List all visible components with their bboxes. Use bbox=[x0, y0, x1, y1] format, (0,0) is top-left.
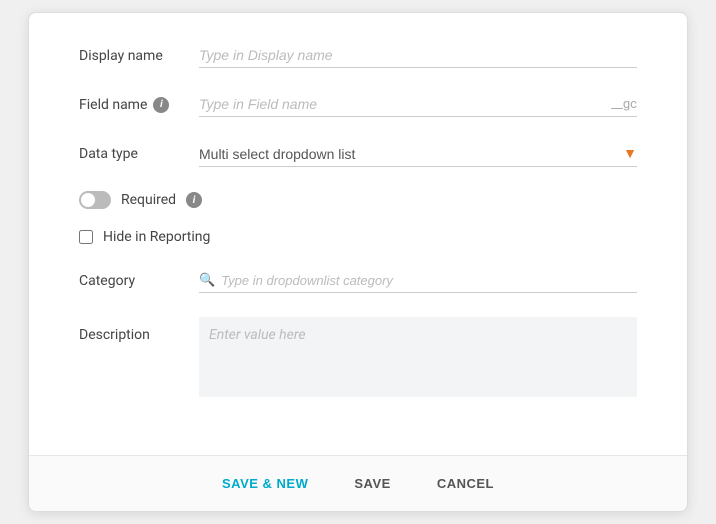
category-search-icon: 🔍 bbox=[199, 273, 215, 288]
hide-in-reporting-checkbox[interactable] bbox=[79, 230, 93, 244]
description-label: Description bbox=[79, 317, 199, 343]
data-type-select[interactable]: Multi select dropdown list Text Number D… bbox=[199, 146, 617, 162]
display-name-control bbox=[199, 43, 637, 68]
category-row: Category 🔍 bbox=[79, 269, 637, 293]
required-toggle[interactable] bbox=[79, 191, 111, 209]
required-info-icon[interactable]: i bbox=[186, 192, 202, 208]
description-row: Description bbox=[79, 317, 637, 401]
description-textarea[interactable] bbox=[199, 317, 637, 397]
category-control: 🔍 bbox=[199, 269, 637, 293]
data-type-label: Data type bbox=[79, 146, 199, 162]
description-control bbox=[199, 317, 637, 401]
field-name-wrapper: __gc bbox=[199, 92, 637, 117]
field-name-label: Field name i bbox=[79, 97, 199, 113]
field-name-input[interactable] bbox=[199, 92, 605, 116]
required-label: Required bbox=[121, 192, 176, 208]
hide-in-reporting-label: Hide in Reporting bbox=[103, 229, 210, 245]
field-name-info-icon[interactable]: i bbox=[153, 97, 169, 113]
category-search-wrapper: 🔍 bbox=[199, 269, 637, 293]
create-field-dialog: Display name Field name i __gc Data type bbox=[28, 12, 688, 512]
field-name-row: Field name i __gc bbox=[79, 92, 637, 117]
display-name-input[interactable] bbox=[199, 43, 637, 68]
data-type-row: Data type Multi select dropdown list Tex… bbox=[79, 141, 637, 167]
category-input[interactable] bbox=[221, 273, 637, 288]
field-name-control: __gc bbox=[199, 92, 637, 117]
save-button[interactable]: SAVE bbox=[346, 472, 398, 495]
hide-in-reporting-row: Hide in Reporting bbox=[79, 229, 637, 245]
dialog-body: Display name Field name i __gc Data type bbox=[29, 13, 687, 455]
category-label: Category bbox=[79, 273, 199, 289]
display-name-label: Display name bbox=[79, 48, 199, 64]
data-type-select-wrapper: Multi select dropdown list Text Number D… bbox=[199, 141, 637, 167]
display-name-row: Display name bbox=[79, 43, 637, 68]
data-type-control: Multi select dropdown list Text Number D… bbox=[199, 141, 637, 167]
cancel-button[interactable]: CANCEL bbox=[429, 472, 502, 495]
dropdown-arrow-icon: ▼ bbox=[623, 145, 637, 162]
field-name-suffix: __gc bbox=[611, 97, 637, 112]
dialog-footer: SAVE & NEW SAVE CANCEL bbox=[29, 455, 687, 511]
required-row: Required i bbox=[79, 191, 637, 209]
save-new-button[interactable]: SAVE & NEW bbox=[214, 472, 316, 495]
